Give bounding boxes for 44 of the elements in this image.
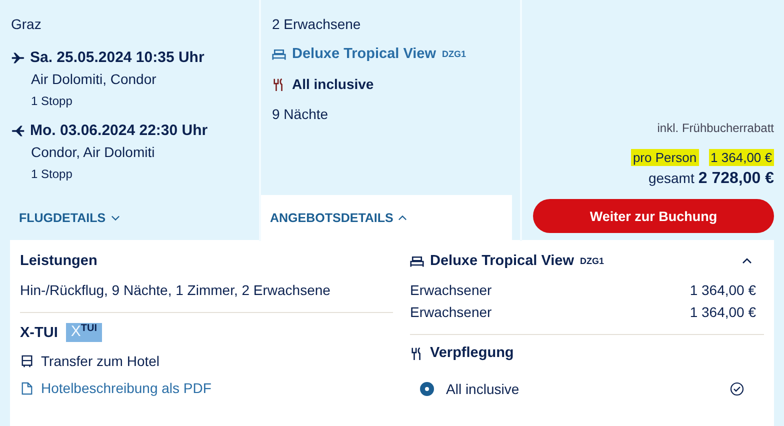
section-title: Leistungen (20, 253, 98, 269)
price-label: Erwachsener (410, 304, 492, 320)
room-name: Deluxe Tropical View (292, 46, 436, 62)
bed-icon (410, 254, 424, 268)
travellers-count: 2 Erwachsene (272, 16, 362, 32)
per-person-label: pro Person (630, 149, 699, 166)
offer-details-tab[interactable]: ANGEBOTSDETAILS (261, 195, 512, 241)
meal-option: All inclusive (446, 381, 520, 397)
section-title: X-TUI (20, 324, 58, 340)
document-icon (20, 382, 34, 394)
radio-button[interactable] (420, 382, 434, 396)
bed-icon (272, 48, 286, 60)
price-value: 1 364,00 € (690, 304, 756, 320)
total-label: gesamt (648, 170, 694, 186)
stops-count: 1 Stopp (31, 94, 74, 108)
total-price: 2 728,00 € (698, 170, 774, 188)
caret-icon[interactable] (742, 258, 752, 264)
origin-city: Graz (11, 16, 42, 32)
room-code: DZG1 (580, 256, 604, 266)
plane-icon (11, 50, 25, 64)
flight-datetime: Sa. 25.05.2024 10:35 Uhr (30, 49, 204, 66)
book-button[interactable]: Weiter zur Buchung (533, 199, 774, 233)
pdf-link[interactable]: Hotelbeschreibung als PDF (41, 380, 212, 396)
price-label: Erwachsener (410, 282, 492, 298)
airline-names: Condor, Air Dolomiti (31, 144, 156, 160)
plane-icon (11, 124, 25, 138)
services-text: Hin-/Rückflug, 9 Nächte, 1 Zimmer, 2 Erwachsene (20, 282, 332, 298)
flight-details-tab[interactable]: FLUGDETAILS (0, 195, 251, 241)
section-title: Verpflegung (430, 345, 514, 361)
caret-icon (398, 215, 408, 221)
per-person-price: 1 364,00 € (708, 149, 774, 166)
check-circle-icon (730, 382, 744, 396)
brand-badge: X$^{TUI}$ (66, 323, 102, 342)
nights-count: 9 Nächte (272, 106, 330, 122)
stops-count: 1 Stopp (31, 167, 74, 181)
room-code: DZG1 (442, 49, 466, 59)
flight-datetime: Mo. 03.06.2024 22:30 Uhr (30, 122, 208, 139)
discount-note: inkl. Frühbucherrabatt (657, 121, 774, 135)
board-type: All inclusive (292, 76, 374, 92)
price-value: 1 364,00 € (690, 282, 756, 298)
transfer-text: Transfer zum Hotel (41, 353, 160, 369)
room-name: Deluxe Tropical View (430, 253, 574, 269)
airline-names: Air Dolomiti, Condor (31, 71, 158, 87)
caret-icon (110, 215, 120, 221)
